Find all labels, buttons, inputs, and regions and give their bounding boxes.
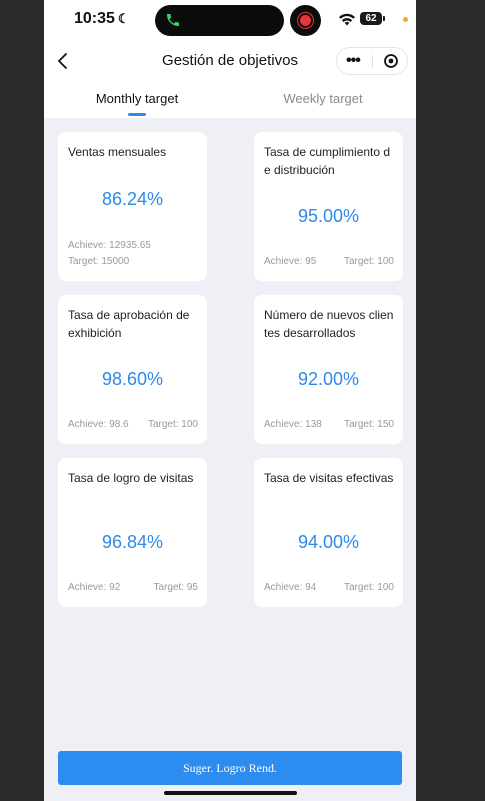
- phone-screen: 10:35 ☾ 62 Gestión de objetivos ••• Mont…: [44, 0, 416, 801]
- card-percent: 95.00%: [297, 206, 360, 226]
- card-nuevos-clientes[interactable]: Número de nuevos clientes desarrollados …: [254, 295, 403, 444]
- card-target: Target: 100: [343, 256, 394, 267]
- card-title: Tasa de aprobación de exhibición: [68, 308, 190, 340]
- card-logro-visitas[interactable]: Tasa de logro de visitas 96.84% Achieve:…: [58, 458, 207, 607]
- capsule-divider: [372, 55, 373, 68]
- card-title: Tasa de cumplimiento de distribución: [264, 145, 391, 177]
- card-meta: Achieve: 98.6 Target: 100: [68, 417, 198, 433]
- status-bar: 10:35 ☾ 62: [44, 0, 416, 40]
- status-time: 10:35 ☾: [74, 10, 130, 28]
- card-aprobacion-exhibicion[interactable]: Tasa de aprobación de exhibición 98.60% …: [58, 295, 207, 444]
- nav-bar: Gestión de objetivos •••: [44, 40, 416, 82]
- card-title: Tasa de visitas efectivas: [264, 471, 394, 485]
- card-meta: Achieve: 92 Target: 95: [68, 580, 198, 596]
- card-achieve: Achieve: 92: [68, 582, 121, 593]
- card-achieve: Achieve: 95: [264, 256, 317, 267]
- card-target: Target: 100: [147, 419, 198, 430]
- moon-icon: ☾: [117, 11, 130, 26]
- screen-record-icon[interactable]: [290, 5, 321, 36]
- card-achieve: Achieve: 98.6: [68, 419, 129, 430]
- card-meta: Achieve: 138 Target: 150: [264, 417, 394, 433]
- suggest-achievement-button[interactable]: Suger. Logro Rend.: [58, 751, 402, 785]
- card-title: Ventas mensuales: [68, 145, 167, 159]
- active-tab-indicator: [128, 113, 146, 116]
- card-percent: 96.84%: [101, 532, 164, 552]
- more-dots-icon[interactable]: •••: [346, 53, 361, 69]
- card-target: Target: 100: [343, 582, 394, 593]
- card-visitas-efectivas[interactable]: Tasa de visitas efectivas 94.00% Achieve…: [254, 458, 403, 607]
- card-percent: 86.24%: [101, 189, 164, 209]
- card-cumplimiento-distribucion[interactable]: Tasa de cumplimiento de distribución 95.…: [254, 132, 403, 281]
- card-achieve: Achieve: 12935.65: [68, 240, 151, 251]
- card-meta: Achieve: 12935.65 Target: 15000: [68, 238, 198, 270]
- card-achieve: Achieve: 138: [264, 419, 322, 430]
- card-percent: 98.60%: [101, 369, 164, 389]
- target-circle-icon[interactable]: [383, 53, 399, 69]
- tab-monthly-target[interactable]: Monthly target: [44, 91, 230, 106]
- privacy-indicator-dot: [403, 17, 408, 22]
- home-indicator[interactable]: [164, 791, 297, 795]
- phone-call-icon: [167, 14, 179, 26]
- card-percent: 94.00%: [297, 532, 360, 552]
- card-percent: 92.00%: [297, 369, 360, 389]
- miniapp-capsule: •••: [336, 47, 408, 75]
- card-achieve: Achieve: 94: [264, 582, 317, 593]
- battery-icon: 62: [360, 12, 385, 25]
- card-target: Target: 15000: [68, 256, 130, 267]
- card-meta: Achieve: 94 Target: 100: [264, 580, 394, 596]
- target-tabs: Monthly target Weekly target: [44, 82, 416, 118]
- card-title: Tasa de logro de visitas: [68, 471, 194, 485]
- card-target: Target: 150: [343, 419, 394, 430]
- dynamic-island[interactable]: [155, 5, 284, 36]
- card-ventas-mensuales[interactable]: Ventas mensuales 86.24% Achieve: 12935.6…: [58, 132, 207, 281]
- tab-weekly-target[interactable]: Weekly target: [230, 91, 416, 106]
- wifi-icon: [339, 13, 355, 26]
- card-target: Target: 95: [153, 582, 198, 593]
- time-text: 10:35: [74, 10, 115, 27]
- card-meta: Achieve: 95 Target: 100: [264, 254, 394, 270]
- card-title: Número de nuevos clientes desarrollados: [264, 308, 394, 340]
